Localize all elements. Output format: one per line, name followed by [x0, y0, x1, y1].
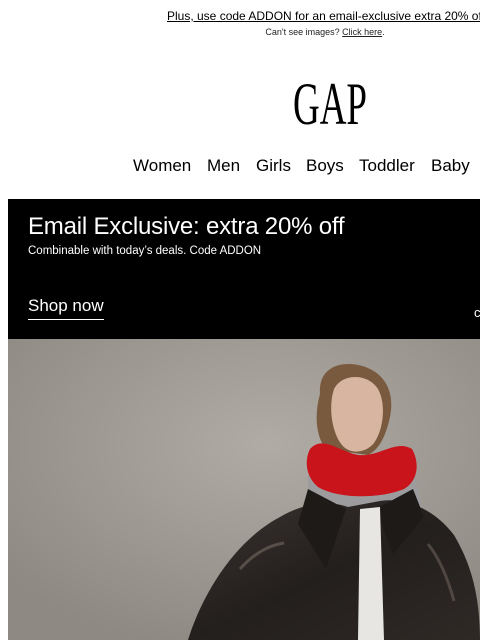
- banner-subtext: Combinable with today’s deals. Code ADDO…: [28, 245, 262, 257]
- nav-item-men[interactable]: Men: [207, 156, 240, 176]
- view-online-line: Can't see images? Click here.: [0, 27, 480, 37]
- nav-item-baby[interactable]: Baby: [431, 156, 470, 176]
- nav-item-toddler[interactable]: Toddler: [359, 156, 415, 176]
- promo-link[interactable]: Plus, use code ADDON for an email-exclus…: [167, 9, 480, 23]
- nav-item-boys[interactable]: Boys: [306, 156, 344, 176]
- hero-photo-illustration: [8, 339, 480, 640]
- period: .: [382, 27, 385, 37]
- shop-now-link[interactable]: Shop now: [28, 296, 104, 320]
- nav-item-girls[interactable]: Girls: [256, 156, 291, 176]
- hero-image[interactable]: [8, 339, 480, 640]
- banner-headline: Email Exclusive: extra 20% off: [28, 213, 345, 240]
- preheader: Plus, use code ADDON for an email-exclus…: [0, 6, 480, 40]
- nav-item-women[interactable]: Women: [133, 156, 191, 176]
- clipped-text: c: [474, 305, 480, 320]
- cant-see-text: Can't see images?: [265, 27, 340, 37]
- category-nav: Women Men Girls Boys Toddler Baby: [0, 156, 480, 180]
- gap-logo[interactable]: GAP: [292, 70, 368, 128]
- click-here-link[interactable]: Click here: [342, 27, 382, 37]
- gap-logo-text: GAP: [293, 71, 367, 128]
- promo-banner[interactable]: Email Exclusive: extra 20% off Combinabl…: [8, 199, 480, 339]
